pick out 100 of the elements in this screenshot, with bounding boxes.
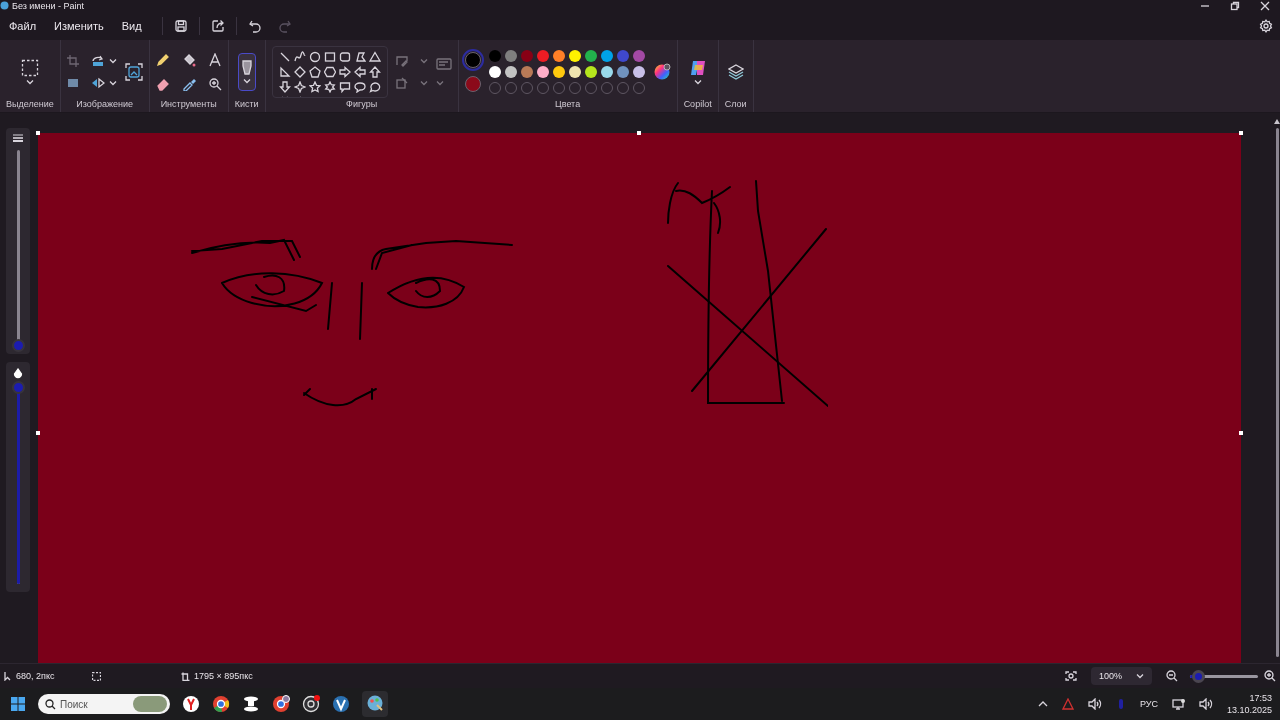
- stacked-discs-icon[interactable]: [242, 695, 260, 713]
- polygon-shape-icon[interactable]: [353, 50, 366, 63]
- zoom-dropdown[interactable]: 100%: [1090, 667, 1152, 685]
- settings-icon[interactable]: [1259, 18, 1273, 33]
- four-point-star-shape-icon[interactable]: [293, 80, 306, 93]
- v-logo-icon[interactable]: [332, 695, 350, 713]
- rectangle-shape-icon[interactable]: [323, 50, 336, 63]
- rotate-icon[interactable]: [90, 54, 105, 67]
- caret-icon[interactable]: [108, 57, 117, 64]
- slider-thumb[interactable]: [11, 339, 25, 352]
- color-swatch[interactable]: [520, 65, 533, 78]
- brushes-button[interactable]: [237, 52, 256, 91]
- caret-icon[interactable]: [108, 79, 117, 86]
- down-arrow-shape-icon[interactable]: [278, 80, 291, 93]
- menu-item[interactable]: Вид: [115, 15, 148, 36]
- fit-to-window-icon[interactable]: [1064, 671, 1077, 681]
- rectangular-callout-shape-icon[interactable]: [338, 80, 351, 93]
- scroll-up-icon[interactable]: [1274, 119, 1280, 124]
- undo-icon[interactable]: [247, 18, 262, 33]
- selection-rectangle-icon[interactable]: [20, 58, 39, 77]
- save-icon[interactable]: [173, 18, 188, 33]
- pentagon-shape-icon[interactable]: [308, 65, 321, 78]
- line-shape-icon[interactable]: [278, 50, 291, 63]
- slider-thumb[interactable]: [11, 381, 25, 394]
- flip-icon[interactable]: [90, 76, 105, 89]
- clock-time[interactable]: 17:53: [1249, 692, 1272, 704]
- left-arrow-shape-icon[interactable]: [353, 65, 366, 78]
- slider-thumb[interactable]: [1192, 669, 1206, 683]
- photo-placeholder: [133, 696, 167, 712]
- volume-icon[interactable]: [1087, 698, 1102, 710]
- image-resize-icon[interactable]: [124, 62, 143, 81]
- chrome-profile-icon[interactable]: [272, 695, 290, 713]
- caret-icon[interactable]: [693, 78, 702, 85]
- group-label: Цвета: [555, 99, 581, 109]
- color-swatch[interactable]: [632, 65, 645, 78]
- diamond-shape-icon[interactable]: [293, 65, 306, 78]
- six-point-star-shape-icon[interactable]: [323, 80, 336, 93]
- clock-date[interactable]: 13.10.2025: [1226, 704, 1272, 716]
- color-swatch[interactable]: [488, 49, 501, 62]
- color-swatch[interactable]: [600, 49, 613, 62]
- input-language[interactable]: РУС: [1139, 699, 1158, 709]
- pencil-icon[interactable]: [155, 52, 170, 67]
- zoom-out-icon[interactable]: [1166, 670, 1178, 682]
- paint-icon[interactable]: [366, 694, 384, 712]
- color-swatch[interactable]: [568, 49, 581, 62]
- up-arrow-shape-icon[interactable]: [368, 65, 381, 78]
- right-triangle-shape-icon[interactable]: [278, 65, 291, 78]
- color-swatch[interactable]: [552, 49, 565, 62]
- share-icon[interactable]: [210, 18, 225, 33]
- right-arrow-shape-icon[interactable]: [338, 65, 351, 78]
- primary-color[interactable]: [464, 51, 481, 68]
- recorder-icon[interactable]: [302, 695, 320, 713]
- color-swatch[interactable]: [616, 49, 629, 62]
- color-swatch[interactable]: [536, 49, 549, 62]
- speaker-icon[interactable]: [1198, 698, 1213, 710]
- color-swatch[interactable]: [504, 65, 517, 78]
- scrollbar-thumb[interactable]: [1275, 128, 1279, 657]
- color-swatch[interactable]: [504, 49, 517, 62]
- text-icon[interactable]: [207, 52, 222, 67]
- magnifier-icon[interactable]: [207, 76, 222, 91]
- color-picker-icon[interactable]: [181, 76, 196, 91]
- round-callout-shape-icon[interactable]: [368, 80, 381, 93]
- triangle-shape-icon[interactable]: [368, 50, 381, 63]
- brush-icon: [241, 59, 252, 76]
- oval-shape-icon[interactable]: [308, 50, 321, 63]
- color-swatch[interactable]: [552, 65, 565, 78]
- color-swatch[interactable]: [568, 65, 581, 78]
- color-swatch[interactable]: [488, 65, 501, 78]
- warning-triangle-icon[interactable]: [1061, 698, 1074, 710]
- restore-icon[interactable]: [1230, 0, 1240, 11]
- rounded-rectangle-shape-icon[interactable]: [338, 50, 351, 63]
- window-title: Без имени - Paint: [12, 0, 85, 11]
- chrome-icon[interactable]: [212, 695, 230, 713]
- color-swatch[interactable]: [536, 65, 549, 78]
- network-icon[interactable]: [1171, 698, 1185, 710]
- close-icon[interactable]: [1260, 0, 1270, 11]
- menu-item[interactable]: Изменить: [48, 15, 110, 36]
- hexagon-shape-icon[interactable]: [323, 65, 336, 78]
- color-swatch[interactable]: [600, 65, 613, 78]
- oval-callout-shape-icon[interactable]: [353, 80, 366, 93]
- zoom-in-icon[interactable]: [1264, 670, 1276, 682]
- color-swatch[interactable]: [584, 65, 597, 78]
- secondary-color[interactable]: [464, 75, 481, 92]
- caret-icon[interactable]: [25, 78, 34, 85]
- color-swatch[interactable]: [584, 49, 597, 62]
- start-icon[interactable]: [10, 696, 26, 712]
- color-swatch[interactable]: [616, 65, 629, 78]
- color-swatch[interactable]: [520, 49, 533, 62]
- layers-icon[interactable]: [727, 63, 744, 80]
- group-label: Фигуры: [346, 99, 378, 109]
- curve-shape-icon[interactable]: [293, 50, 306, 63]
- outline-icon: [395, 54, 408, 67]
- color-wheel-icon[interactable]: [652, 62, 671, 81]
- crop-icon[interactable]: [66, 54, 79, 67]
- copilot-logo-icon[interactable]: [688, 58, 707, 77]
- chevron-up-icon[interactable]: [1037, 700, 1048, 708]
- five-point-star-shape-icon[interactable]: [308, 80, 321, 93]
- color-swatch[interactable]: [632, 49, 645, 62]
- browser-icon[interactable]: [182, 695, 200, 713]
- menu-item[interactable]: Файл: [3, 15, 43, 36]
